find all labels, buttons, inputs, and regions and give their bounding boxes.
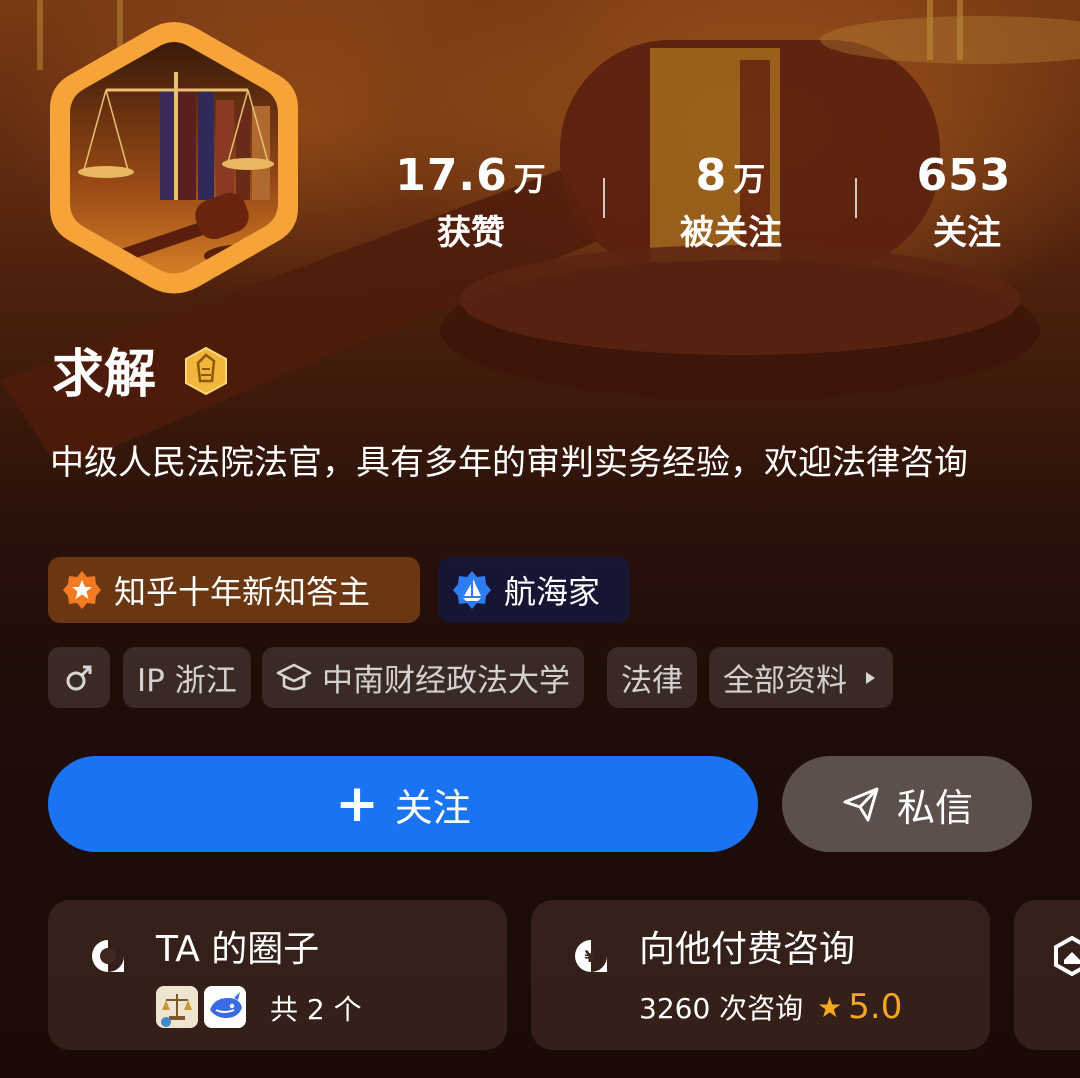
card-circles[interactable]: TA 的圈子 共 2 个 (48, 900, 507, 1050)
consult-title: 向他付费咨询 (639, 929, 856, 970)
graduation-cap-icon (276, 663, 312, 690)
stat-following[interactable]: 653 关注 (867, 148, 1067, 257)
school-text: 中南财经政法大学 (322, 663, 570, 699)
honor-tag-navigator[interactable]: 航海家 (438, 557, 630, 623)
svg-text:¥: ¥ (584, 947, 595, 966)
stat-followers-value: 8 (695, 150, 728, 201)
stat-likes[interactable]: 17.6 万 获赞 (371, 148, 571, 257)
chip-field[interactable]: 法律 (607, 647, 697, 708)
circle-avatar[interactable] (156, 986, 198, 1028)
profile-bio: 中级人民法院法官，具有多年的审判实务经验，欢迎法律咨询 (50, 443, 968, 483)
house-hexagon-icon (1054, 936, 1080, 976)
card-paid-consult[interactable]: ¥ 向他付费咨询 3260 次咨询 ★ 5.0 (531, 900, 990, 1050)
star-badge-icon (63, 571, 101, 609)
yuan-chat-icon: ¥ (575, 940, 607, 972)
follow-button-label: 关注 (394, 785, 471, 830)
chip-gender[interactable] (48, 647, 110, 708)
circle-chat-icon (92, 940, 124, 972)
circles-title: TA 的圈子 (156, 929, 320, 970)
sailboat-icon (453, 571, 491, 609)
card-partial-next[interactable] (1014, 900, 1080, 1050)
all-info-text: 全部资料 (723, 663, 847, 699)
plus-icon: + (335, 774, 379, 834)
chip-school[interactable]: 中南财经政法大学 (262, 647, 584, 708)
male-icon (66, 665, 92, 690)
chip-ip-location[interactable]: IP 浙江 (123, 647, 251, 708)
ip-location-text: IP 浙江 (137, 663, 237, 699)
consult-stats: 3260 次咨询 ★ 5.0 (639, 986, 902, 1028)
consult-rating: 5.0 (848, 987, 903, 1027)
follow-button[interactable]: + 关注 (48, 756, 758, 852)
stat-likes-label: 获赞 (437, 213, 505, 253)
stat-divider (603, 178, 605, 218)
profile-name: 求解 (52, 345, 157, 405)
honor-label: 知乎十年新知答主 (114, 573, 371, 611)
avatar[interactable] (48, 20, 300, 296)
message-button-label: 私信 (896, 785, 973, 830)
stat-followers-label: 被关注 (680, 213, 782, 253)
field-text: 法律 (621, 663, 683, 699)
stat-followers[interactable]: 8万 被关注 (631, 148, 831, 257)
circle-avatar[interactable] (204, 986, 246, 1028)
honor-label: 航海家 (504, 573, 601, 611)
stat-divider (855, 178, 857, 218)
triangle-right-icon (866, 671, 875, 684)
stat-following-label: 关注 (933, 213, 1001, 253)
creator-level-badge-icon[interactable] (184, 346, 228, 396)
message-button[interactable]: 私信 (782, 756, 1032, 852)
stat-likes-unit: 万 (513, 160, 547, 198)
circles-count: 共 2 个 (270, 993, 362, 1026)
stat-likes-value: 17.6 (395, 150, 508, 201)
star-icon: ★ (817, 990, 843, 1024)
stat-following-value: 653 (916, 150, 1012, 201)
consult-count: 3260 次咨询 (639, 992, 804, 1025)
honor-tag-zhihu-ten-years[interactable]: 知乎十年新知答主 (48, 557, 420, 623)
chip-all-info[interactable]: 全部资料 (709, 647, 893, 708)
stat-followers-unit: 万 (733, 160, 767, 198)
paper-plane-icon (843, 787, 879, 822)
